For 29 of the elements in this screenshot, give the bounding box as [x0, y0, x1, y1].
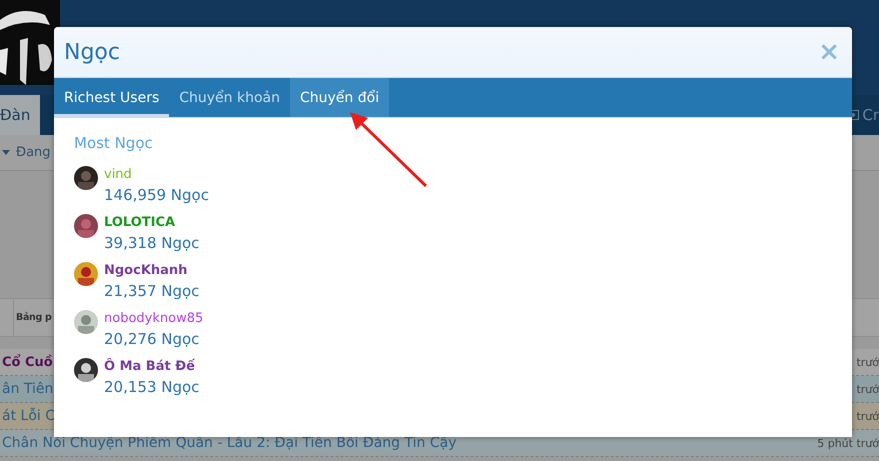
section-heading: Most Ngọc	[74, 134, 154, 152]
section-label: Bảng p	[13, 299, 52, 336]
post-time: trướ	[856, 410, 879, 422]
nav-tab[interactable]: Đàn	[0, 95, 40, 135]
tab[interactable]: Chuyển khoản	[169, 78, 290, 117]
thread-title[interactable]: Chân Nói Chuyện Phiếm Quần - Lầu 2: Đại Tiền Bối Đáng Tin Cậy	[2, 435, 456, 451]
username[interactable]: nobodyknow85	[104, 311, 204, 326]
balance: 39,318 Ngọc	[104, 234, 200, 252]
thread-title[interactable]: ân Tiên	[2, 381, 54, 397]
balance: 21,357 Ngọc	[104, 282, 200, 300]
tab[interactable]: Chuyển đổi	[290, 78, 390, 117]
close-button[interactable]: ×	[816, 37, 842, 67]
username[interactable]: Ô Ma Bát Đế	[104, 359, 200, 374]
post-time: 5 phút trướ	[817, 436, 879, 450]
post-time: trướ	[856, 382, 879, 396]
subnav-link[interactable]: Đang	[16, 145, 51, 160]
thread-title[interactable]: át Lỗi C	[2, 408, 55, 424]
tab[interactable]: Richest Users	[54, 78, 170, 117]
balance: 146,959 Ngọc	[104, 186, 209, 204]
dialog-title: Ngọc	[64, 40, 120, 64]
nav-link[interactable]: Cr	[862, 106, 879, 124]
balance: 20,153 Ngọc	[104, 378, 200, 396]
username[interactable]: vind	[104, 167, 209, 182]
post-time: trướ	[856, 356, 879, 368]
balance: 20,276 Ngọc	[104, 330, 200, 348]
caret-icon	[2, 150, 10, 155]
username[interactable]: NgocKhanh	[104, 263, 200, 278]
thread-title[interactable]: Cổ Cuồ	[2, 354, 53, 370]
username[interactable]: LOLOTICA	[104, 215, 200, 230]
